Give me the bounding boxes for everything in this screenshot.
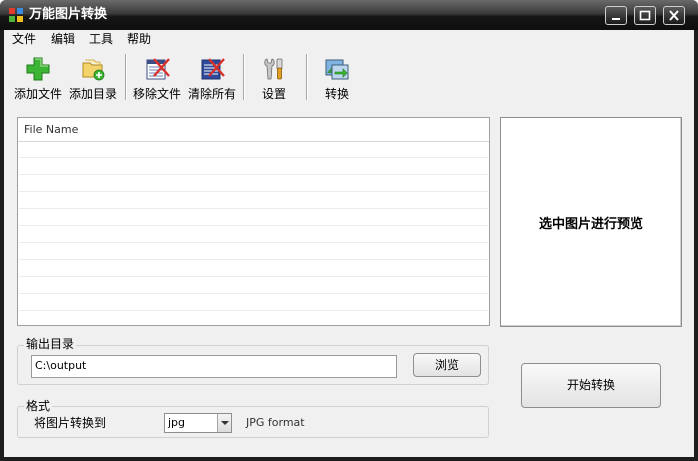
table-row [19, 142, 488, 158]
image-preview-pane: 选中图片进行预览 [500, 117, 682, 327]
menu-edit[interactable]: 编辑 [51, 31, 75, 47]
table-row [19, 295, 488, 311]
settings-label: 设置 [261, 87, 286, 101]
table-row [19, 176, 488, 192]
add-file-icon [26, 57, 50, 81]
convert-to-label: 将图片转换到 [34, 416, 107, 430]
file-name-column-header: File Name [24, 123, 79, 136]
clear-all-label: 清除所有 [187, 87, 236, 101]
app-icon [9, 8, 23, 22]
title-bar[interactable]: 万能图片转换 [0, 0, 698, 30]
format-description: JPG format [246, 416, 305, 429]
output-dir-label: 输出目录 [24, 337, 77, 351]
close-button[interactable] [663, 6, 685, 25]
minimize-button[interactable] [605, 6, 627, 25]
preview-placeholder: 选中图片进行预览 [538, 217, 643, 232]
minimize-icon [612, 18, 620, 20]
menu-bar: 文件 编辑 工具 帮助 [4, 30, 694, 48]
format-select-value: jpg [168, 416, 186, 429]
chevron-down-icon[interactable] [217, 414, 231, 432]
app-window: 万能图片转换 文件 编辑 工具 帮助 添加文件 添加目录 移除文件 清除所有 设… [0, 0, 698, 461]
table-row [19, 278, 488, 294]
table-row [19, 227, 488, 243]
output-path-input[interactable]: C:\output [31, 355, 397, 378]
menu-help[interactable]: 帮助 [127, 31, 151, 47]
table-row [19, 159, 488, 175]
toolbar-separator [306, 54, 308, 100]
format-label: 格式 [24, 399, 53, 413]
maximize-icon [639, 10, 651, 21]
toolbar: 添加文件 添加目录 移除文件 清除所有 设置 转换 [4, 48, 694, 114]
convert-label: 转换 [324, 87, 349, 101]
clear-all-button[interactable]: 清除所有 [186, 52, 238, 108]
format-select[interactable]: jpg [164, 413, 232, 433]
window-title: 万能图片转换 [29, 7, 108, 22]
file-list[interactable]: File Name [17, 117, 490, 326]
toolbar-separator [243, 54, 245, 100]
remove-file-icon [146, 58, 170, 80]
convert-icon [325, 59, 349, 80]
add-folder-icon [82, 59, 105, 81]
settings-icon [264, 58, 283, 80]
remove-file-label: 移除文件 [132, 87, 181, 101]
start-convert-button[interactable]: 开始转换 [521, 363, 661, 408]
browse-button[interactable]: 浏览 [413, 353, 481, 377]
close-icon [669, 10, 679, 21]
clear-all-icon [201, 58, 225, 80]
remove-file-button[interactable]: 移除文件 [131, 52, 183, 108]
table-row [19, 261, 488, 277]
menu-tools[interactable]: 工具 [89, 31, 113, 47]
menu-file[interactable]: 文件 [12, 31, 36, 47]
add-folder-label: 添加目录 [68, 87, 117, 101]
toolbar-separator [125, 54, 127, 100]
convert-button[interactable]: 转换 [313, 52, 361, 108]
add-file-label: 添加文件 [13, 87, 62, 101]
file-list-header[interactable]: File Name [18, 118, 489, 142]
add-file-button[interactable]: 添加文件 [12, 52, 64, 108]
maximize-button[interactable] [634, 6, 656, 25]
add-folder-button[interactable]: 添加目录 [67, 52, 119, 108]
table-row [19, 193, 488, 209]
settings-button[interactable]: 设置 [250, 52, 298, 108]
table-row [19, 244, 488, 260]
client-area: 文件 编辑 工具 帮助 添加文件 添加目录 移除文件 清除所有 设置 转换 Fi… [4, 30, 694, 457]
table-row [19, 210, 488, 226]
